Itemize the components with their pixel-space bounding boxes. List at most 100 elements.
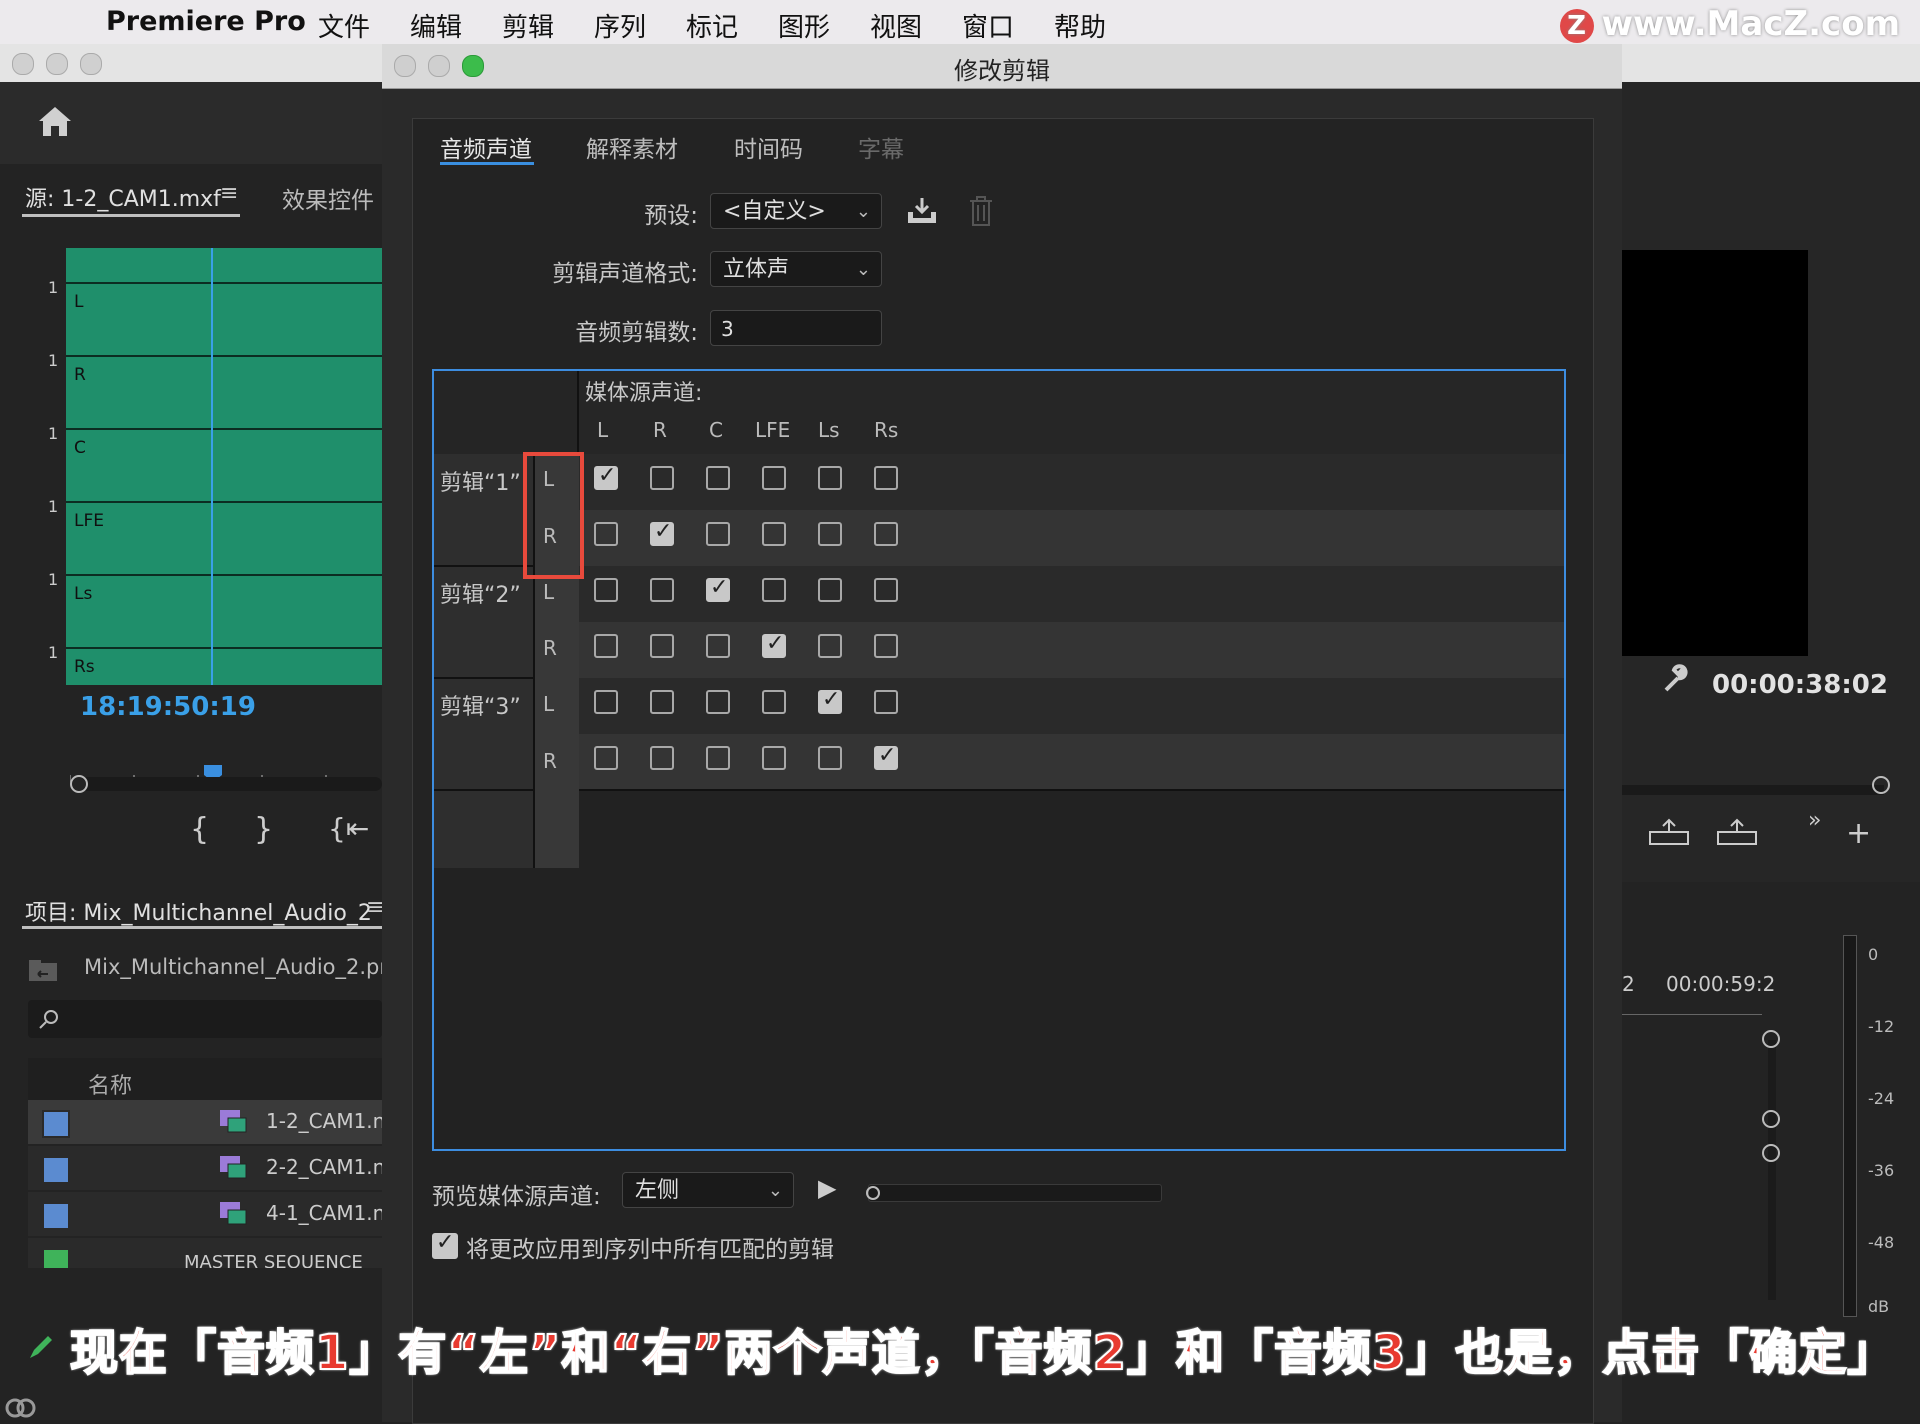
clip-name[interactable]: MASTER SEQUENCE bbox=[184, 1252, 363, 1268]
channel-checkbox[interactable] bbox=[818, 522, 842, 546]
scroll-handle[interactable] bbox=[1762, 1030, 1780, 1048]
app-name-menu[interactable]: Premiere Pro bbox=[106, 6, 306, 37]
menu-markers[interactable]: 标记 bbox=[686, 7, 738, 44]
menu-file[interactable]: 文件 bbox=[318, 7, 370, 44]
wrench-icon[interactable] bbox=[1660, 664, 1690, 694]
channel-checkbox[interactable] bbox=[650, 466, 674, 490]
menu-clip[interactable]: 剪辑 bbox=[502, 7, 554, 44]
preview-channel-dropdown[interactable]: 左侧 ⌄ bbox=[622, 1172, 794, 1208]
window-close-button[interactable] bbox=[12, 53, 34, 75]
label-color-swatch[interactable] bbox=[42, 1202, 70, 1230]
channel-checkbox[interactable] bbox=[818, 687, 842, 714]
channel-checkbox[interactable] bbox=[650, 634, 674, 658]
channel-checkbox[interactable] bbox=[874, 634, 898, 658]
project-row[interactable]: 2-2_CAM1.n bbox=[28, 1146, 385, 1190]
channel-checkbox[interactable] bbox=[594, 522, 618, 546]
pencil-icon[interactable] bbox=[26, 1332, 56, 1362]
label-color-swatch[interactable] bbox=[42, 1156, 70, 1184]
channel-checkbox[interactable] bbox=[874, 522, 898, 546]
scroll-handle[interactable] bbox=[1762, 1110, 1780, 1128]
channel-checkbox[interactable] bbox=[762, 746, 786, 770]
channel-checkbox[interactable] bbox=[874, 578, 898, 602]
creative-cloud-icon[interactable] bbox=[4, 1394, 38, 1420]
preview-slider[interactable] bbox=[868, 1184, 1162, 1202]
channel-checkbox[interactable] bbox=[706, 690, 730, 714]
channel-checkbox[interactable] bbox=[594, 463, 618, 490]
save-preset-icon[interactable] bbox=[905, 196, 939, 226]
channel-checkbox[interactable] bbox=[650, 746, 674, 770]
channel-checkbox[interactable] bbox=[706, 575, 730, 602]
channel-checkbox[interactable] bbox=[762, 690, 786, 714]
channel-format-dropdown[interactable]: 立体声 ⌄ bbox=[710, 251, 882, 287]
window-zoom-button[interactable] bbox=[80, 53, 102, 75]
audio-clip-count-input[interactable]: 3 bbox=[710, 310, 882, 346]
channel-checkbox[interactable] bbox=[874, 743, 898, 770]
channel-checkbox[interactable] bbox=[594, 634, 618, 658]
label-color-swatch[interactable] bbox=[42, 1110, 70, 1138]
zoom-handle-left[interactable] bbox=[70, 775, 88, 793]
channel-checkbox[interactable] bbox=[762, 522, 786, 546]
program-zoom-bar[interactable] bbox=[1622, 785, 1884, 795]
channel-checkbox[interactable] bbox=[594, 746, 618, 770]
menu-help[interactable]: 帮助 bbox=[1054, 7, 1106, 44]
folder-up-icon[interactable] bbox=[28, 958, 58, 982]
source-tab[interactable]: 源: 1-2_CAM1.mxf bbox=[25, 181, 221, 213]
channel-checkbox[interactable] bbox=[874, 466, 898, 490]
channel-checkbox[interactable] bbox=[762, 578, 786, 602]
menu-sequence[interactable]: 序列 bbox=[594, 7, 646, 44]
source-playhead[interactable] bbox=[211, 248, 213, 685]
program-timecode[interactable]: 00:00:38:02 bbox=[1712, 670, 1888, 700]
channel-checkbox[interactable] bbox=[818, 578, 842, 602]
apply-to-sequence-checkbox[interactable] bbox=[432, 1230, 458, 1259]
clip-name[interactable]: 1-2_CAM1.n bbox=[266, 1109, 385, 1133]
channel-checkbox[interactable] bbox=[650, 578, 674, 602]
channel-checkbox[interactable] bbox=[874, 690, 898, 714]
tab-captions[interactable]: 字幕 bbox=[858, 130, 904, 164]
channel-checkbox[interactable] bbox=[762, 631, 786, 658]
clip-name[interactable]: 4-1_CAM1.n bbox=[266, 1201, 385, 1225]
tab-audio-channels[interactable]: 音频声道 bbox=[440, 130, 532, 164]
project-row[interactable]: 4-1_CAM1.n bbox=[28, 1192, 385, 1236]
tab-timecode[interactable]: 时间码 bbox=[734, 130, 803, 164]
project-row[interactable]: 1-2_CAM1.n bbox=[28, 1100, 385, 1144]
clip-name[interactable]: 2-2_CAM1.n bbox=[266, 1155, 385, 1179]
mark-out-icon[interactable]: } bbox=[254, 812, 273, 847]
extract-icon[interactable] bbox=[1716, 818, 1758, 848]
apply-to-sequence-label[interactable]: 将更改应用到序列中所有匹配的剪辑 bbox=[466, 1230, 834, 1264]
channel-checkbox[interactable] bbox=[594, 578, 618, 602]
channel-checkbox[interactable] bbox=[594, 690, 618, 714]
channel-checkbox[interactable] bbox=[706, 522, 730, 546]
preset-dropdown[interactable]: <自定义> ⌄ bbox=[710, 193, 882, 229]
add-button-icon[interactable]: + bbox=[1846, 816, 1871, 851]
project-tab[interactable]: 项目: Mix_Multichannel_Audio_2 bbox=[25, 895, 372, 927]
more-controls-icon[interactable]: » bbox=[1808, 808, 1821, 833]
go-to-in-icon[interactable]: {⇤ bbox=[328, 812, 369, 845]
source-timecode[interactable]: 18:19:50:19 bbox=[80, 692, 256, 722]
zoom-handle-right[interactable] bbox=[1872, 776, 1890, 794]
source-waveform[interactable]: L R C LFE Ls Rs bbox=[66, 248, 382, 685]
menu-view[interactable]: 视图 bbox=[870, 7, 922, 44]
menu-window[interactable]: 窗口 bbox=[962, 7, 1014, 44]
tab-interpret-footage[interactable]: 解释素材 bbox=[586, 130, 678, 164]
timeline-scrollbar[interactable] bbox=[1768, 1040, 1776, 1300]
channel-checkbox[interactable] bbox=[818, 746, 842, 770]
play-icon[interactable]: ▶ bbox=[818, 1174, 836, 1202]
menu-graphics[interactable]: 图形 bbox=[778, 7, 830, 44]
delete-preset-icon[interactable] bbox=[968, 195, 994, 227]
program-monitor[interactable] bbox=[1622, 250, 1808, 656]
column-name-header[interactable]: 名称 bbox=[88, 1068, 132, 1100]
channel-checkbox[interactable] bbox=[762, 466, 786, 490]
label-color-swatch[interactable] bbox=[42, 1248, 70, 1268]
channel-checkbox[interactable] bbox=[818, 466, 842, 490]
window-minimize-button[interactable] bbox=[46, 53, 68, 75]
preview-slider-handle[interactable] bbox=[866, 1186, 880, 1200]
channel-checkbox[interactable] bbox=[706, 746, 730, 770]
effect-controls-tab[interactable]: 效果控件 bbox=[282, 181, 374, 215]
source-menu-icon[interactable]: ≡ bbox=[220, 181, 238, 206]
home-icon[interactable] bbox=[36, 104, 74, 138]
project-search-input[interactable] bbox=[28, 1000, 382, 1038]
source-zoom-bar[interactable] bbox=[70, 777, 382, 791]
mark-in-icon[interactable]: { bbox=[190, 812, 209, 847]
channel-checkbox[interactable] bbox=[650, 519, 674, 546]
channel-checkbox[interactable] bbox=[706, 466, 730, 490]
